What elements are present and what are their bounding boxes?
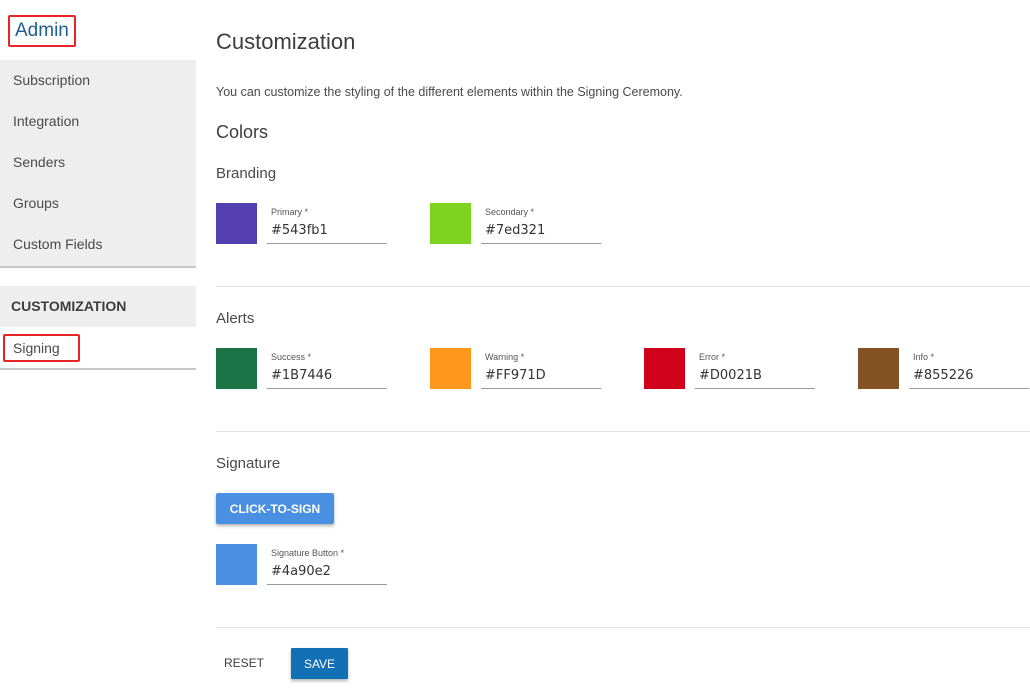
secondary-color-swatch[interactable]: [430, 203, 471, 244]
error-color-input[interactable]: [695, 366, 813, 384]
sidebar-title: Admin: [8, 15, 76, 47]
primary-color-label: Primary *: [271, 207, 309, 217]
branding-heading: Branding: [216, 165, 277, 182]
sidebar-item-subscription[interactable]: Subscription: [0, 60, 196, 101]
error-color-label: Error *: [699, 352, 726, 362]
section-divider: [216, 286, 1030, 287]
info-color-field: Info *: [858, 348, 1030, 390]
secondary-color-label: Secondary *: [485, 207, 535, 217]
reset-button[interactable]: RESET: [216, 648, 272, 678]
info-color-swatch[interactable]: [858, 348, 899, 389]
alerts-heading: Alerts: [216, 310, 255, 327]
sidebar-item-signing[interactable]: Signing: [0, 327, 196, 368]
sidebar-item-groups[interactable]: Groups: [0, 183, 196, 224]
signature-button-color-field: Signature Button *: [216, 544, 388, 586]
save-button[interactable]: SAVE: [291, 648, 348, 679]
page-title: Customization: [216, 29, 356, 54]
signature-heading: Signature: [216, 455, 281, 472]
section-divider: [216, 627, 1030, 628]
success-color-label: Success *: [271, 352, 312, 362]
signature-button-color-input[interactable]: [267, 562, 385, 580]
error-color-swatch[interactable]: [644, 348, 685, 389]
intro-text: You can customize the styling of the dif…: [216, 85, 683, 99]
colors-heading: Colors: [216, 122, 269, 142]
primary-color-swatch[interactable]: [216, 203, 257, 244]
primary-color-input[interactable]: [267, 221, 385, 239]
customization-nav-group: CUSTOMIZATION Signing: [0, 286, 196, 368]
sidebar-item-signing-label: Signing: [3, 334, 80, 362]
sidebar-item-integration[interactable]: Integration: [0, 101, 196, 142]
info-color-input[interactable]: [909, 366, 1027, 384]
error-color-field: Error *: [644, 348, 816, 390]
customization-header: CUSTOMIZATION: [11, 298, 127, 314]
section-divider: [216, 431, 1030, 432]
sidebar-item-senders[interactable]: Senders: [0, 142, 196, 183]
signature-button-color-swatch[interactable]: [216, 544, 257, 585]
sidebar-item-custom-fields[interactable]: Custom Fields: [0, 224, 196, 265]
success-color-field: Success *: [216, 348, 388, 390]
warning-color-field: Warning *: [430, 348, 602, 390]
signature-button-color-label: Signature Button *: [271, 548, 345, 558]
warning-color-swatch[interactable]: [430, 348, 471, 389]
success-color-input[interactable]: [267, 366, 385, 384]
secondary-color-field: Secondary *: [430, 203, 602, 245]
warning-color-input[interactable]: [481, 366, 599, 384]
success-color-swatch[interactable]: [216, 348, 257, 389]
sidebar: Admin Subscription Integration Senders G…: [0, 0, 196, 698]
click-to-sign-preview-button[interactable]: CLICK-TO-SIGN: [216, 493, 334, 524]
primary-color-field: Primary *: [216, 203, 388, 245]
warning-color-label: Warning *: [485, 352, 525, 362]
info-color-label: Info *: [913, 352, 935, 362]
admin-nav-group: Subscription Integration Senders Groups …: [0, 60, 196, 266]
secondary-color-input[interactable]: [481, 221, 599, 239]
